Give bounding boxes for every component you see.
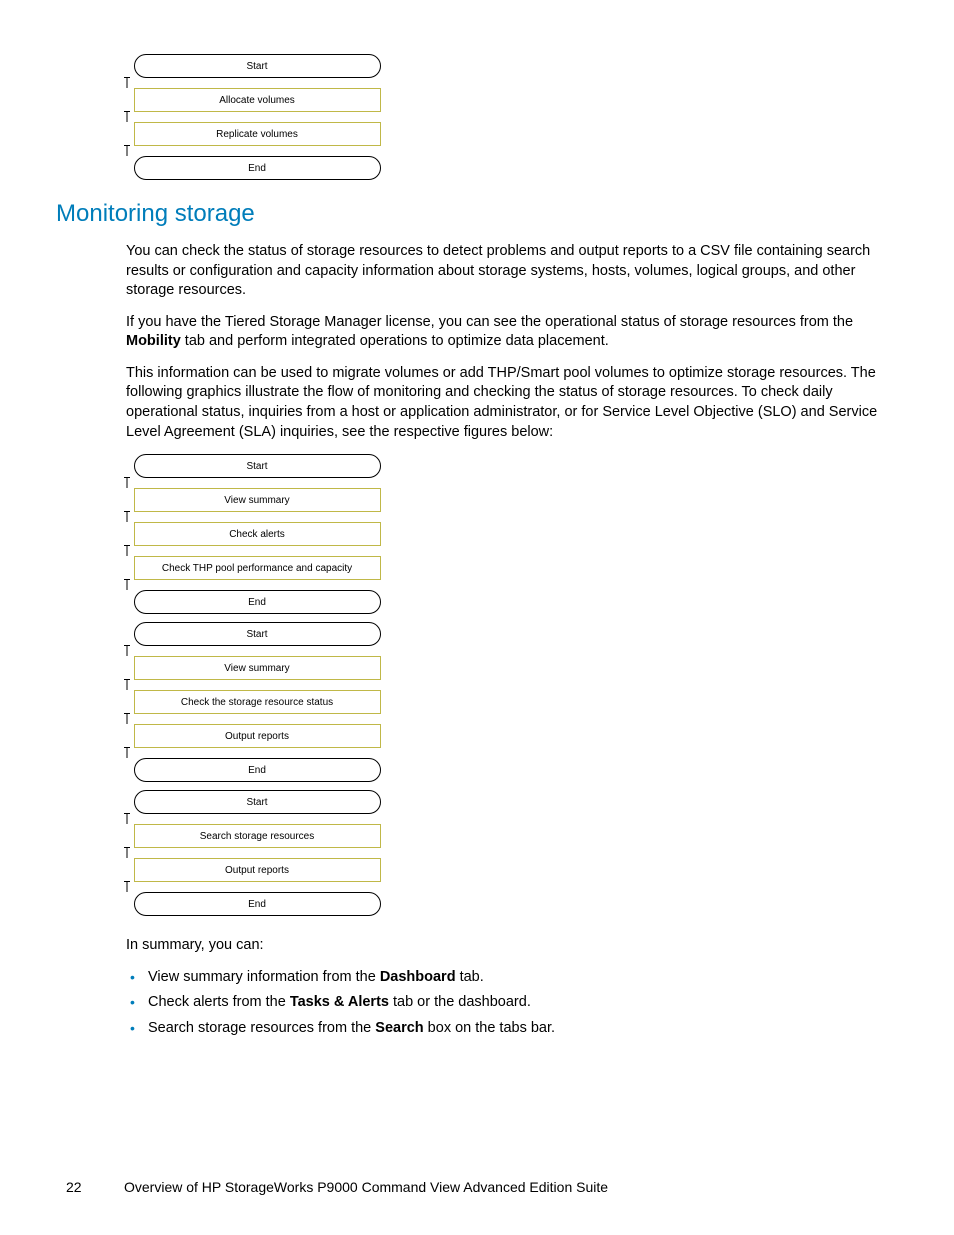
text: Check alerts from the: [148, 994, 290, 1010]
list-item: Check alerts from the Tasks & Alerts tab…: [148, 993, 886, 1013]
text: tab.: [456, 969, 484, 985]
flow1-step-start: Start: [134, 54, 381, 78]
paragraph-1: You can check the status of storage reso…: [126, 242, 886, 301]
flowchart-4: Start Search storage resources Output re…: [126, 790, 388, 916]
text: tab and perform integrated operations to…: [181, 333, 609, 349]
flow2-step-end: End: [134, 590, 381, 614]
text: View summary information from the: [148, 969, 380, 985]
connector: [126, 478, 128, 488]
flow4-step-end: End: [134, 892, 381, 916]
paragraph-3: This information can be used to migrate …: [126, 364, 886, 442]
connector: [126, 714, 128, 724]
paragraph-2: If you have the Tiered Storage Manager l…: [126, 313, 886, 352]
list-item: Search storage resources from the Search…: [148, 1019, 886, 1039]
flow4-step-output: Output reports: [134, 858, 381, 882]
connector: [126, 146, 128, 156]
text: If you have the Tiered Storage Manager l…: [126, 314, 853, 330]
text: Search storage resources from the: [148, 1020, 375, 1036]
summary-intro: In summary, you can:: [126, 936, 886, 956]
text: tab or the dashboard.: [389, 994, 531, 1010]
text: box on the tabs bar.: [424, 1020, 555, 1036]
page-footer: 22 Overview of HP StorageWorks P9000 Com…: [124, 1179, 608, 1195]
bold-search: Search: [375, 1020, 423, 1036]
connector: [126, 680, 128, 690]
page: Start Allocate volumes Replicate volumes…: [0, 0, 954, 1235]
flow1-step-replicate: Replicate volumes: [134, 122, 381, 146]
flow4-step-start: Start: [134, 790, 381, 814]
flowchart-1: Start Allocate volumes Replicate volumes…: [126, 54, 388, 180]
bold-tasks-alerts: Tasks & Alerts: [290, 994, 389, 1010]
connector: [126, 882, 128, 892]
connector: [126, 748, 128, 758]
flow2-step-thp: Check THP pool performance and capacity: [134, 556, 381, 580]
connector: [126, 546, 128, 556]
connector: [126, 78, 128, 88]
connector: [126, 512, 128, 522]
flow2-step-alerts: Check alerts: [134, 522, 381, 546]
list-item: View summary information from the Dashbo…: [148, 968, 886, 988]
connector: [126, 848, 128, 858]
flow2-step-view: View summary: [134, 488, 381, 512]
flow3-step-output: Output reports: [134, 724, 381, 748]
connector: [126, 646, 128, 656]
connector: [126, 112, 128, 122]
summary-list: View summary information from the Dashbo…: [126, 968, 886, 1039]
flow2-step-start: Start: [134, 454, 381, 478]
section-heading: Monitoring storage: [56, 200, 886, 228]
bold-dashboard: Dashboard: [380, 969, 456, 985]
connector: [126, 814, 128, 824]
flow3-step-view: View summary: [134, 656, 381, 680]
flow3-step-status: Check the storage resource status: [134, 690, 381, 714]
body-text: You can check the status of storage reso…: [126, 242, 886, 442]
flow1-step-end: End: [134, 156, 381, 180]
bold-mobility: Mobility: [126, 333, 181, 349]
flow3-step-start: Start: [134, 622, 381, 646]
footer-title: Overview of HP StorageWorks P9000 Comman…: [124, 1179, 608, 1195]
connector: [126, 580, 128, 590]
flow3-step-end: End: [134, 758, 381, 782]
flow4-step-search: Search storage resources: [134, 824, 381, 848]
flow1-step-allocate: Allocate volumes: [134, 88, 381, 112]
flowchart-2: Start View summary Check alerts Check TH…: [126, 454, 388, 614]
summary-section: In summary, you can: View summary inform…: [126, 936, 886, 1038]
page-number: 22: [66, 1179, 82, 1195]
flowchart-3: Start View summary Check the storage res…: [126, 622, 388, 782]
